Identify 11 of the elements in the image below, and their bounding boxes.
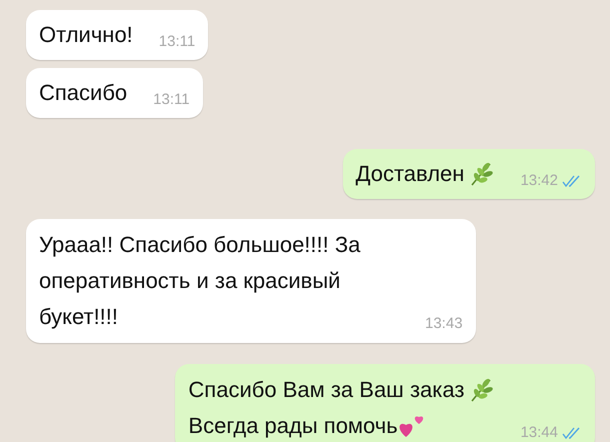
message-time: 13:44 bbox=[520, 424, 558, 442]
message-text: Урааа!! Спасибо большое!!!! За оперативность и за красивый букет!!!! bbox=[39, 231, 362, 331]
message-time: 13:11 bbox=[153, 91, 190, 109]
message-time: 13:42 bbox=[520, 172, 558, 190]
message-text: Спасибо Вам за Ваш заказ bbox=[188, 376, 464, 404]
message-text: Отлично! bbox=[39, 21, 133, 49]
message-text: Доставлен bbox=[356, 160, 464, 188]
message-text: Всегда рады помочь bbox=[188, 412, 398, 440]
message-time: 13:11 bbox=[158, 33, 196, 51]
message-time: 13:43 bbox=[425, 315, 463, 333]
message-text: Спасибо bbox=[39, 79, 128, 107]
